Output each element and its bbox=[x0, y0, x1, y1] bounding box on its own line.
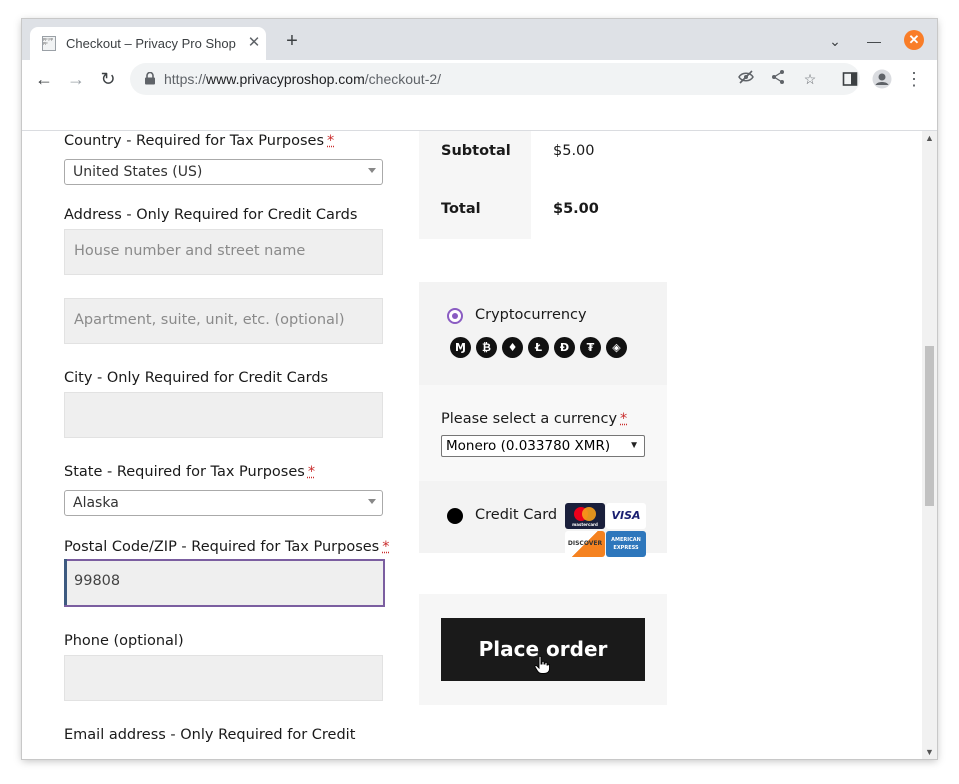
credit-card-radio[interactable] bbox=[447, 508, 463, 524]
subtotal-label: Subtotal bbox=[441, 143, 511, 159]
favicon: pp pp pp bbox=[42, 36, 56, 51]
state-select[interactable]: Alaska bbox=[64, 490, 383, 516]
scroll-up-icon[interactable]: ▲ bbox=[925, 133, 934, 143]
focus-bar bbox=[64, 559, 67, 605]
minimize-icon[interactable]: — bbox=[862, 29, 886, 53]
url-text: https://www.privacyproshop.com/checkout-… bbox=[164, 71, 442, 87]
new-tab-button[interactable]: + bbox=[280, 29, 304, 53]
total-label: Total bbox=[441, 201, 481, 217]
postal-code-input[interactable]: 99808 bbox=[64, 559, 385, 607]
page-scrollbar[interactable]: ▲ ▼ bbox=[922, 131, 937, 759]
tether-icon: ₮ bbox=[580, 337, 601, 358]
postal-label: Postal Code/ZIP - Required for Tax Purpo… bbox=[64, 539, 390, 555]
chevron-down-icon bbox=[368, 499, 376, 504]
share-icon[interactable] bbox=[768, 69, 788, 89]
city-label: City - Only Required for Credit Cards bbox=[64, 370, 329, 386]
page-viewport: Country - Required for Tax Purposes * Uni… bbox=[22, 131, 922, 759]
credit-card-label: Credit Card bbox=[475, 507, 558, 523]
mastercard-icon: mastercard bbox=[565, 503, 605, 529]
reload-icon[interactable]: ↻ bbox=[96, 67, 120, 91]
close-window-button[interactable]: ✕ bbox=[904, 30, 924, 50]
profile-icon[interactable] bbox=[870, 67, 894, 91]
address-line1-input[interactable]: House number and street name bbox=[64, 229, 383, 275]
currency-label: Please select a currency * bbox=[441, 411, 628, 427]
hand-cursor-icon bbox=[534, 656, 550, 674]
browser-toolbar: ← → ↻ https://www.privacyproshop.com/che… bbox=[22, 60, 937, 98]
country-label: Country - Required for Tax Purposes * bbox=[64, 133, 335, 149]
state-label: State - Required for Tax Purposes * bbox=[64, 464, 316, 480]
menu-icon[interactable]: ⋮ bbox=[902, 67, 926, 91]
crypto-label: Cryptocurrency bbox=[475, 307, 587, 323]
forward-icon[interactable]: → bbox=[64, 67, 88, 91]
scrollbar-thumb[interactable] bbox=[925, 346, 934, 506]
phone-label: Phone (optional) bbox=[64, 633, 184, 649]
total-value: $5.00 bbox=[553, 201, 599, 217]
crypto-radio[interactable] bbox=[447, 308, 463, 324]
currency-select-panel bbox=[419, 385, 667, 481]
litecoin-icon: Ł bbox=[528, 337, 549, 358]
tab-search-icon[interactable]: ⌄ bbox=[823, 29, 847, 53]
chevron-down-icon bbox=[368, 168, 376, 173]
country-select[interactable]: United States (US) bbox=[64, 159, 383, 185]
order-summary: Subtotal $5.00 Total $5.00 bbox=[419, 131, 667, 239]
address-label: Address - Only Required for Credit Cards bbox=[64, 207, 358, 223]
svg-text:mastercard: mastercard bbox=[572, 522, 598, 527]
state-value: Alaska bbox=[73, 495, 119, 511]
subtotal-value: $5.00 bbox=[553, 143, 595, 159]
tab-title: Checkout – Privacy Pro Shop bbox=[66, 36, 236, 51]
discover-icon: DISCOVER bbox=[565, 531, 605, 557]
side-panel-icon[interactable] bbox=[838, 67, 862, 91]
binance-icon: ◈ bbox=[606, 337, 627, 358]
chevron-down-icon: ▼ bbox=[629, 440, 639, 451]
address-bar[interactable]: https://www.privacyproshop.com/checkout-… bbox=[130, 63, 860, 95]
visa-icon: VISA bbox=[606, 503, 646, 529]
monero-icon: Ɱ bbox=[450, 337, 471, 358]
back-icon[interactable]: ← bbox=[32, 67, 56, 91]
country-value: United States (US) bbox=[73, 164, 203, 180]
amex-icon: AMERICAN EXPRESS bbox=[606, 531, 646, 557]
dash-icon: Đ bbox=[554, 337, 575, 358]
scroll-down-icon[interactable]: ▼ bbox=[925, 747, 934, 757]
eye-off-icon[interactable] bbox=[736, 69, 756, 89]
currency-select[interactable]: Monero (0.033780 XMR) ▼ bbox=[441, 435, 645, 457]
tab-checkout[interactable]: pp pp pp Checkout – Privacy Pro Shop ✕ bbox=[30, 27, 266, 60]
tab-close-icon[interactable]: ✕ bbox=[244, 33, 264, 53]
star-icon[interactable]: ☆ bbox=[800, 69, 820, 89]
city-input[interactable] bbox=[64, 392, 383, 438]
browser-window: pp pp pp Checkout – Privacy Pro Shop ✕ +… bbox=[22, 19, 937, 759]
tab-strip: pp pp pp Checkout – Privacy Pro Shop ✕ +… bbox=[22, 19, 937, 60]
phone-input[interactable] bbox=[64, 655, 383, 701]
address-line2-input[interactable]: Apartment, suite, unit, etc. (optional) bbox=[64, 298, 383, 344]
bitcoin-icon: ₿ bbox=[476, 337, 497, 358]
crypto-payment-option[interactable] bbox=[419, 282, 667, 385]
email-label: Email address - Only Required for Credit bbox=[64, 727, 356, 743]
lock-icon[interactable] bbox=[144, 72, 156, 85]
ethereum-icon: ♦ bbox=[502, 337, 523, 358]
checkout-content: Country - Required for Tax Purposes * Uni… bbox=[22, 131, 922, 759]
